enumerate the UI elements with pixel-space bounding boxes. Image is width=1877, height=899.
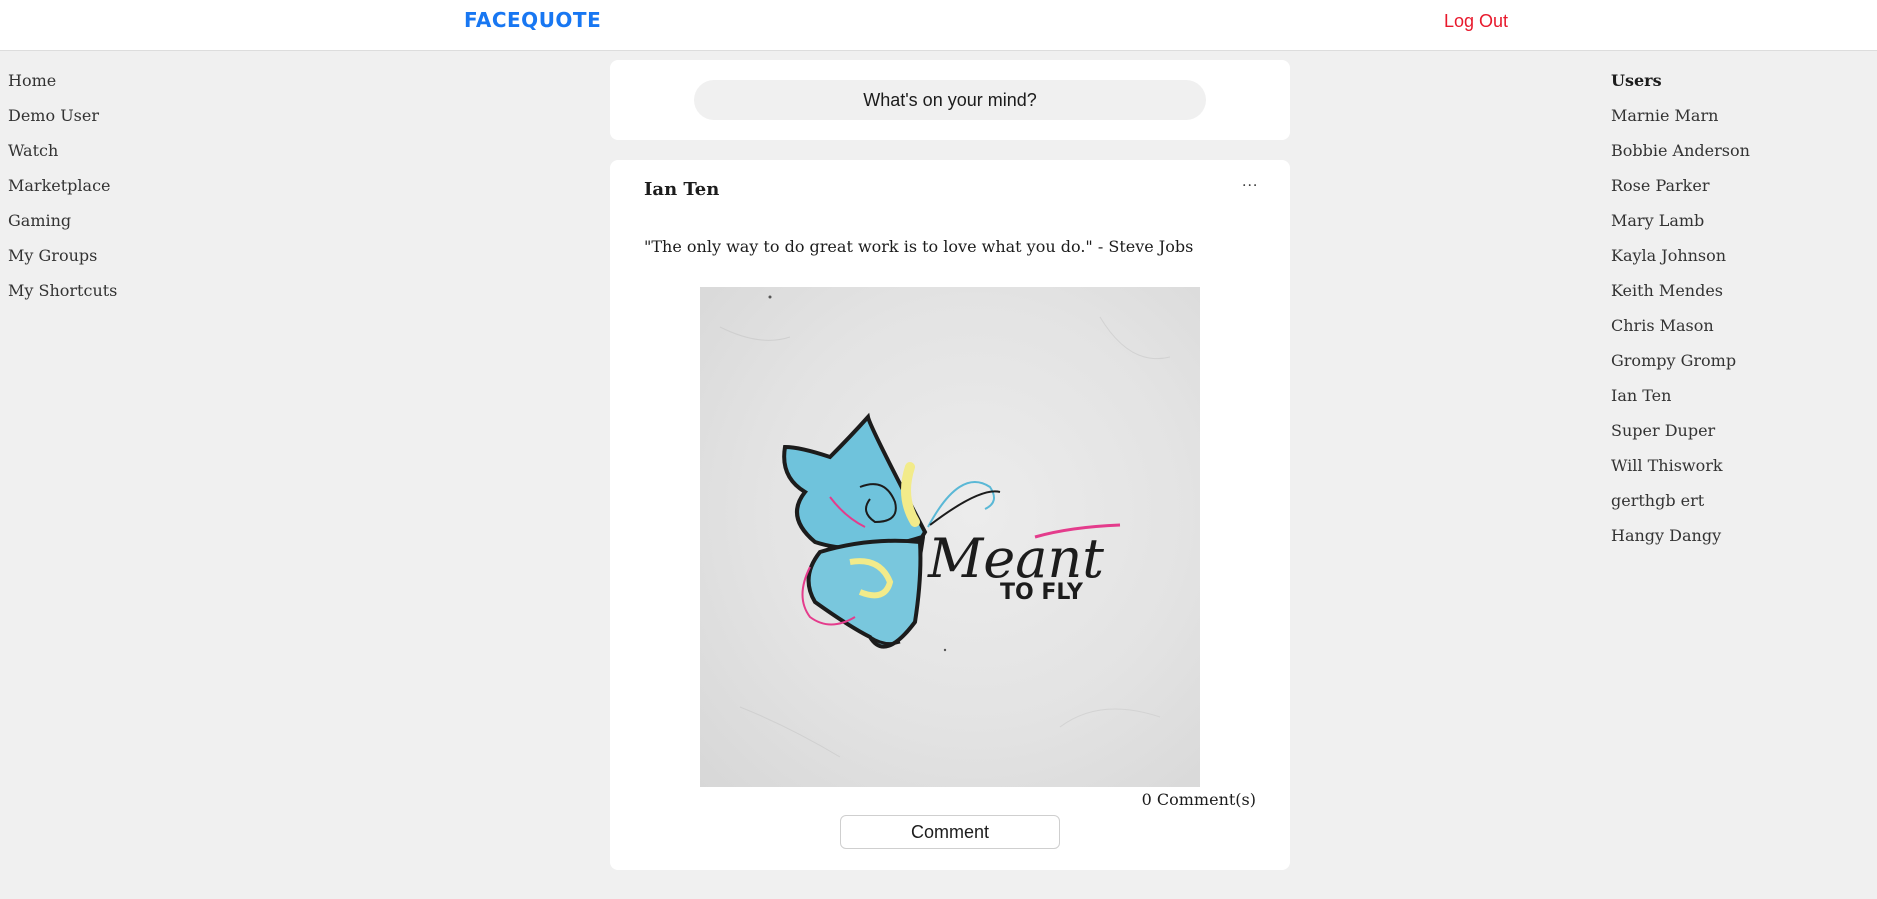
left-sidebar: Home Demo User Watch Marketplace Gaming … — [8, 68, 117, 313]
sidebar-item-home[interactable]: Home — [8, 68, 117, 103]
sidebar-item-gaming[interactable]: Gaming — [8, 208, 117, 243]
brand-logo[interactable]: FACEQUOTE — [464, 8, 601, 32]
whats-on-your-mind-input[interactable] — [694, 80, 1206, 120]
user-link[interactable]: Bobbie Anderson — [1611, 138, 1750, 173]
image-subtitle-text: TO FLY — [1000, 580, 1084, 605]
users-sidebar: Users Marnie Marn Bobbie Anderson Rose P… — [1611, 68, 1750, 558]
user-link[interactable]: Ian Ten — [1611, 383, 1750, 418]
user-link[interactable]: Mary Lamb — [1611, 208, 1750, 243]
user-link[interactable]: Keith Mendes — [1611, 278, 1750, 313]
post-quote: "The only way to do great work is to lov… — [644, 237, 1194, 256]
sidebar-item-demo-user[interactable]: Demo User — [8, 103, 117, 138]
user-link[interactable]: Kayla Johnson — [1611, 243, 1750, 278]
user-link[interactable]: Rose Parker — [1611, 173, 1750, 208]
sidebar-item-my-groups[interactable]: My Groups — [8, 243, 117, 278]
user-link[interactable]: Grompy Gromp — [1611, 348, 1750, 383]
user-link[interactable]: Super Duper — [1611, 418, 1750, 453]
user-link[interactable]: Marnie Marn — [1611, 103, 1750, 138]
user-link[interactable]: gerthgb ert — [1611, 488, 1750, 523]
user-link[interactable]: Chris Mason — [1611, 313, 1750, 348]
users-heading: Users — [1611, 71, 1662, 90]
user-link[interactable]: Hangy Dangy — [1611, 523, 1750, 558]
sidebar-item-marketplace[interactable]: Marketplace — [8, 173, 117, 208]
post-author[interactable]: Ian Ten — [644, 179, 719, 200]
user-link[interactable]: Will Thiswork — [1611, 453, 1750, 488]
post-options-button[interactable]: ... — [1242, 174, 1258, 190]
butterfly-illustration: Meant TO FLY — [719, 295, 1171, 758]
post-card: Ian Ten ... "The only way to do great wo… — [610, 160, 1290, 870]
sidebar-item-my-shortcuts[interactable]: My Shortcuts — [8, 278, 117, 313]
post-image: Meant TO FLY — [700, 287, 1200, 787]
comment-button[interactable]: Comment — [840, 815, 1060, 849]
post-composer — [610, 60, 1290, 140]
comment-count: 0 Comment(s) — [1141, 790, 1256, 809]
logout-link[interactable]: Log Out — [1444, 11, 1508, 32]
sidebar-item-watch[interactable]: Watch — [8, 138, 117, 173]
top-navbar: FACEQUOTE Log Out — [0, 0, 1877, 51]
